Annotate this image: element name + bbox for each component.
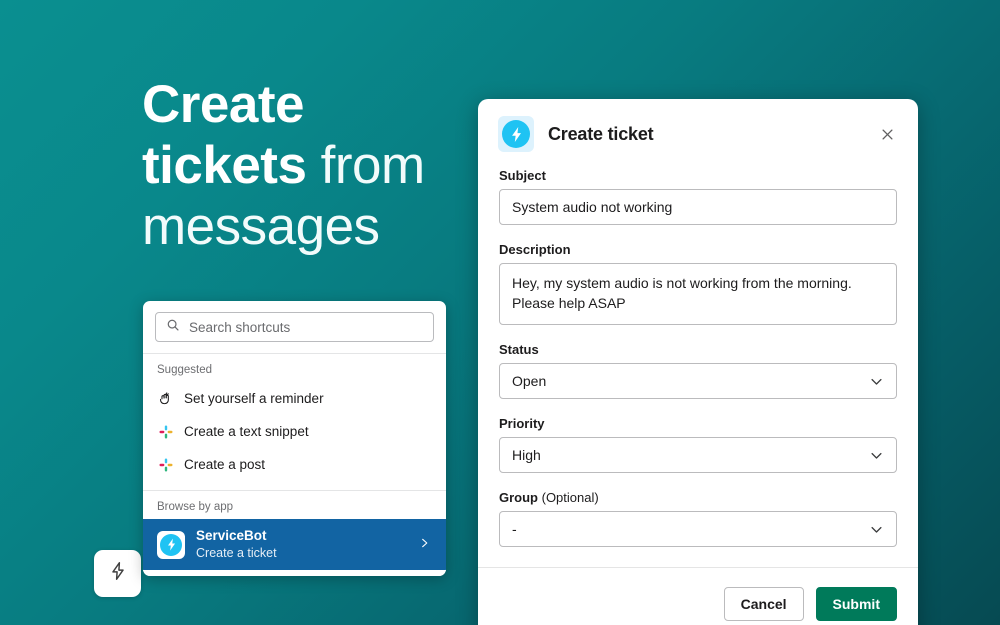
search-placeholder: Search shortcuts xyxy=(189,319,291,335)
app-text-block: ServiceBot Create a ticket xyxy=(196,528,408,561)
submit-button[interactable]: Submit xyxy=(815,586,897,621)
field-priority: Priority High xyxy=(499,416,897,473)
search-icon xyxy=(166,318,180,337)
hero-headline-line-3: messages xyxy=(142,200,425,253)
slack-logo-icon xyxy=(157,423,174,440)
hero-headline: Create tickets from messages xyxy=(142,78,425,253)
hero-headline-line-1: Create xyxy=(142,78,425,131)
app-name: ServiceBot xyxy=(196,528,267,543)
description-label: Description xyxy=(499,242,571,257)
shortcut-item-create-text-snippet[interactable]: Create a text snippet xyxy=(143,415,446,448)
search-row: Search shortcuts xyxy=(143,301,446,353)
lightning-bolt-icon xyxy=(107,560,129,587)
reminder-hand-icon xyxy=(157,390,174,407)
shortcuts-panel: Search shortcuts Suggested Set yourself … xyxy=(143,301,446,577)
shortcut-item-label: Create a text snippet xyxy=(184,424,309,439)
status-value: Open xyxy=(512,373,547,389)
chevron-down-icon xyxy=(869,374,884,389)
priority-select[interactable]: High xyxy=(499,437,897,473)
shortcut-app-servicebot[interactable]: ServiceBot Create a ticket xyxy=(143,519,446,571)
close-icon[interactable] xyxy=(876,123,898,145)
chevron-down-icon xyxy=(869,448,884,463)
shortcut-item-set-reminder[interactable]: Set yourself a reminder xyxy=(143,382,446,415)
group-optional-suffix: (Optional) xyxy=(538,490,599,505)
status-select[interactable]: Open xyxy=(499,363,897,399)
modal-body: Subject System audio not working Descrip… xyxy=(478,166,918,547)
status-label: Status xyxy=(499,342,539,357)
search-input[interactable]: Search shortcuts xyxy=(155,312,434,342)
chevron-right-icon xyxy=(419,536,432,554)
chevron-down-icon xyxy=(869,522,884,537)
hero-headline-line-2: tickets from xyxy=(142,139,425,192)
create-ticket-modal: Create ticket Subject System audio not w… xyxy=(478,99,918,625)
slack-logo-icon xyxy=(157,456,174,473)
shortcut-item-label: Set yourself a reminder xyxy=(184,391,324,406)
hero-word-tickets: tickets xyxy=(142,136,307,195)
hero-word-create: Create xyxy=(142,75,304,134)
field-subject: Subject System audio not working xyxy=(499,168,897,225)
shortcut-item-label: Create a post xyxy=(184,457,266,472)
shortcuts-launcher-button[interactable] xyxy=(94,550,141,597)
field-status: Status Open xyxy=(499,342,897,399)
modal-header: Create ticket xyxy=(478,99,918,166)
group-label: Group (Optional) xyxy=(499,490,897,505)
group-select[interactable]: - xyxy=(499,511,897,547)
field-group: Group (Optional) - xyxy=(499,490,897,547)
browse-section-label: Browse by app xyxy=(157,501,234,513)
modal-title: Create ticket xyxy=(548,123,654,144)
group-label-text: Group xyxy=(499,490,538,505)
shortcut-item-create-post[interactable]: Create a post xyxy=(143,448,446,481)
servicebot-bolt-icon xyxy=(157,530,185,559)
subject-label: Subject xyxy=(499,168,546,183)
panel-footer-strip xyxy=(143,570,446,577)
servicebot-bolt-icon xyxy=(498,116,534,152)
description-input[interactable]: Hey, my system audio is not working from… xyxy=(499,263,897,325)
cancel-button[interactable]: Cancel xyxy=(723,586,804,621)
suggested-section: Suggested Set yourself a reminder Create… xyxy=(143,354,446,490)
hero-word-messages: messages xyxy=(142,197,380,256)
hero-word-from: from xyxy=(306,136,426,195)
priority-label: Priority xyxy=(499,416,545,431)
app-subtitle: Create a ticket xyxy=(196,545,277,560)
suggested-section-label: Suggested xyxy=(157,364,212,376)
subject-input[interactable]: System audio not working xyxy=(499,189,897,225)
modal-footer: Cancel Submit xyxy=(478,568,918,625)
group-value: - xyxy=(512,521,517,537)
priority-value: High xyxy=(512,447,541,463)
field-description: Description Hey, my system audio is not … xyxy=(499,242,897,325)
page-root: Create tickets from messages Search shor… xyxy=(0,0,1000,625)
